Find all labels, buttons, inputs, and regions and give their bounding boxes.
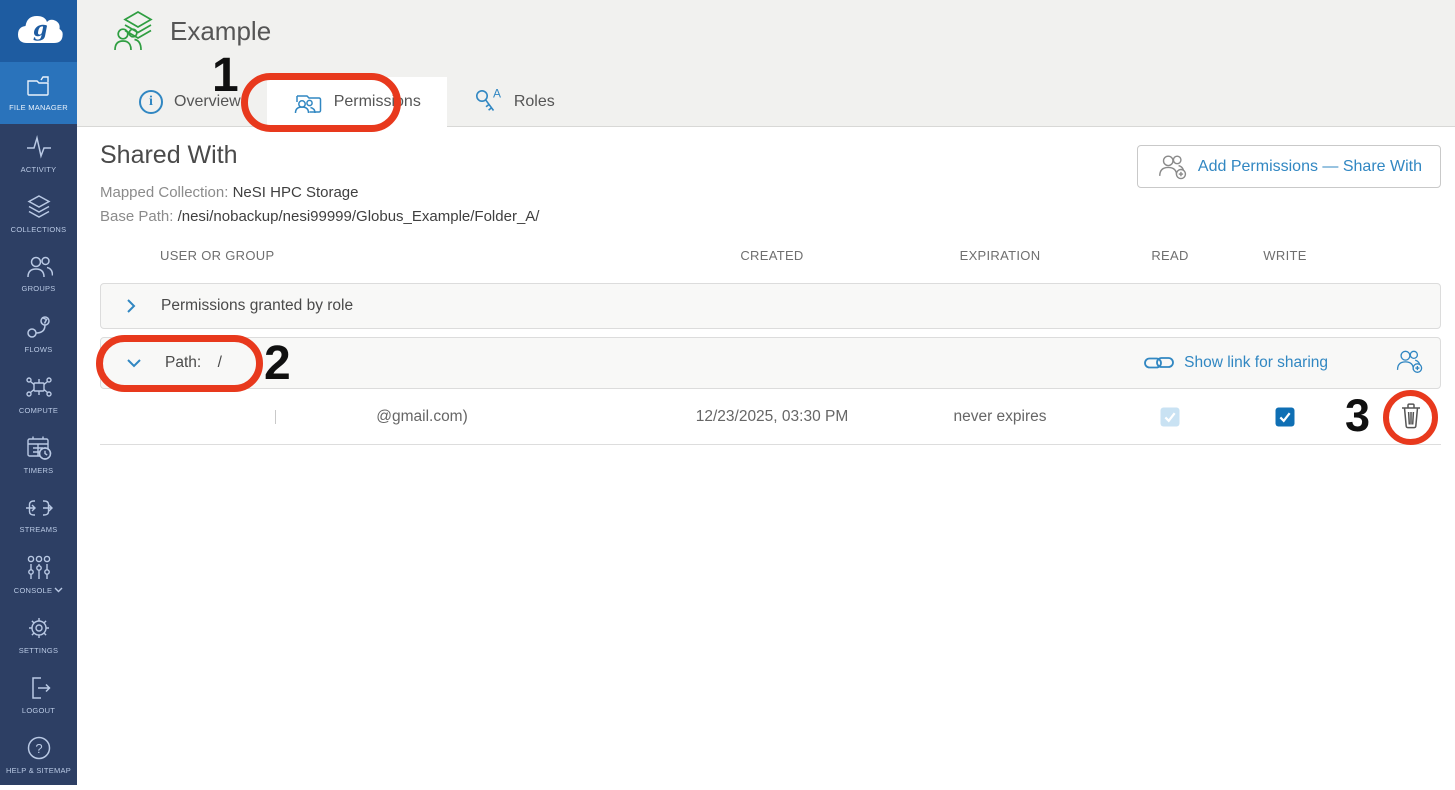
created-value: 12/23/2025, 03:30 PM <box>696 408 849 426</box>
sidebar-item-label: ACTIVITY <box>21 165 57 174</box>
permission-row: @gmail.com) 12/23/2025, 03:30 PM never e… <box>100 389 1441 445</box>
mapped-collection-line: Mapped Collection: NeSI HPC Storage <box>100 184 358 201</box>
write-checkbox[interactable] <box>1276 407 1295 426</box>
svg-text:?: ? <box>35 741 42 756</box>
base-path-label: Base Path: <box>100 208 173 225</box>
annotation-circle-path <box>96 335 263 392</box>
check-icon <box>1279 411 1292 422</box>
chevron-right-icon <box>125 297 137 315</box>
column-created: CREATED <box>740 248 803 263</box>
mapped-collection-label: Mapped Collection: <box>100 184 228 201</box>
svg-text:g: g <box>33 16 48 41</box>
sidebar-item-flows[interactable]: FLOWS <box>0 304 77 364</box>
sidebar-item-timers[interactable]: TIMERS <box>0 424 77 484</box>
sidebar-item-settings[interactable]: SETTINGS <box>0 605 77 665</box>
sidebar-item-activity[interactable]: ACTIVITY <box>0 124 77 184</box>
annotation-circle-permissions <box>241 73 401 132</box>
sidebar-item-label: TIMERS <box>24 466 54 475</box>
activity-icon <box>26 134 52 160</box>
sliders-icon <box>25 555 53 581</box>
sidebar-nav: ACTIVITY COLLECTIONS GROUPS <box>0 124 77 785</box>
add-permissions-label: Add Permissions — Share With <box>1198 158 1422 176</box>
sidebar-item-collections[interactable]: COLLECTIONS <box>0 184 77 244</box>
annotation-step-2: 2 <box>264 340 291 388</box>
question-icon: ? <box>26 735 52 761</box>
expiration-value: never expires <box>953 408 1046 426</box>
logout-icon <box>26 675 52 701</box>
sidebar-item-label: CONSOLE <box>14 586 63 595</box>
sidebar-item-file-manager[interactable]: FILE MANAGER <box>0 62 77 124</box>
collection-title-row: Example <box>113 10 271 52</box>
sidebar-item-logout[interactable]: LOGOUT <box>0 665 77 725</box>
base-path-value: /nesi/nobackup/nesi99999/Globus_Example/… <box>178 208 540 225</box>
gear-icon <box>26 615 52 641</box>
sidebar-item-label: FLOWS <box>25 345 53 354</box>
tab-roles[interactable]: A Roles <box>447 77 581 127</box>
layers-icon <box>26 194 52 220</box>
add-people-icon <box>1394 348 1424 374</box>
add-permissions-button[interactable]: Add Permissions — Share With <box>1137 145 1441 188</box>
sidebar-item-compute[interactable]: COMPUTE <box>0 364 77 424</box>
svg-text:A: A <box>493 88 501 101</box>
column-user-or-group: USER OR GROUP <box>160 248 274 263</box>
column-read: READ <box>1151 248 1188 263</box>
sidebar-item-label: COMPUTE <box>19 406 58 415</box>
user-email: @gmail.com) <box>376 408 468 426</box>
read-checkbox[interactable] <box>1161 407 1180 426</box>
role-row-label: Permissions granted by role <box>161 297 353 315</box>
chevron-down-icon <box>54 587 63 593</box>
sidebar-item-label: FILE MANAGER <box>9 103 68 112</box>
add-permission-path-button[interactable] <box>1394 348 1424 379</box>
sidebar-item-label: GROUPS <box>21 284 55 293</box>
page-title: Example <box>170 16 271 47</box>
shared-collection-icon <box>113 10 155 52</box>
sidebar-item-label: SETTINGS <box>19 646 59 655</box>
sidebar-item-label: COLLECTIONS <box>11 225 67 234</box>
annotation-circle-delete <box>1383 390 1438 445</box>
redacted-user-name <box>275 410 276 424</box>
folder-icon <box>25 74 53 98</box>
check-icon <box>1164 411 1177 422</box>
sidebar-item-label: HELP & SITEMAP <box>6 766 71 775</box>
pipeline-icon <box>25 496 53 520</box>
globus-app: g FILE MANAGER ACTIVITY <box>0 0 1455 790</box>
chip-icon <box>25 373 53 401</box>
link-icon <box>1144 355 1174 371</box>
column-expiration: EXPIRATION <box>960 248 1041 263</box>
path-row[interactable]: Path: / Show link for sharing <box>100 337 1441 389</box>
globus-logo[interactable]: g <box>0 0 77 62</box>
sidebar-item-console[interactable]: CONSOLE <box>0 545 77 605</box>
show-link-for-sharing[interactable]: Show link for sharing <box>1144 354 1328 372</box>
sidebar-item-help-sitemap[interactable]: ? HELP & SITEMAP <box>0 725 77 785</box>
info-icon: i <box>139 90 163 114</box>
calendar-clock-icon <box>26 435 52 461</box>
column-write: WRITE <box>1263 248 1306 263</box>
show-link-label: Show link for sharing <box>1184 354 1328 372</box>
annotation-step-3: 3 <box>1345 393 1370 438</box>
sidebar-item-label: STREAMS <box>19 525 57 534</box>
section-title: Shared With <box>100 141 238 170</box>
base-path-line: Base Path: /nesi/nobackup/nesi99999/Glob… <box>100 208 539 225</box>
annotation-step-1: 1 <box>212 52 239 100</box>
flow-icon <box>25 314 53 340</box>
key-icon: A <box>473 88 503 116</box>
mapped-collection-value: NeSI HPC Storage <box>233 184 359 201</box>
permissions-table-header: USER OR GROUP CREATED EXPIRATION READ WR… <box>0 248 1455 264</box>
tab-label: Roles <box>514 93 555 111</box>
sidebar-item-streams[interactable]: STREAMS <box>0 485 77 545</box>
sidebar: g FILE MANAGER ACTIVITY <box>0 0 77 785</box>
sidebar-item-label: LOGOUT <box>22 706 55 715</box>
permissions-by-role-row[interactable]: Permissions granted by role <box>100 283 1441 329</box>
add-people-icon <box>1156 153 1188 180</box>
cloud-logo-icon: g <box>14 11 64 51</box>
